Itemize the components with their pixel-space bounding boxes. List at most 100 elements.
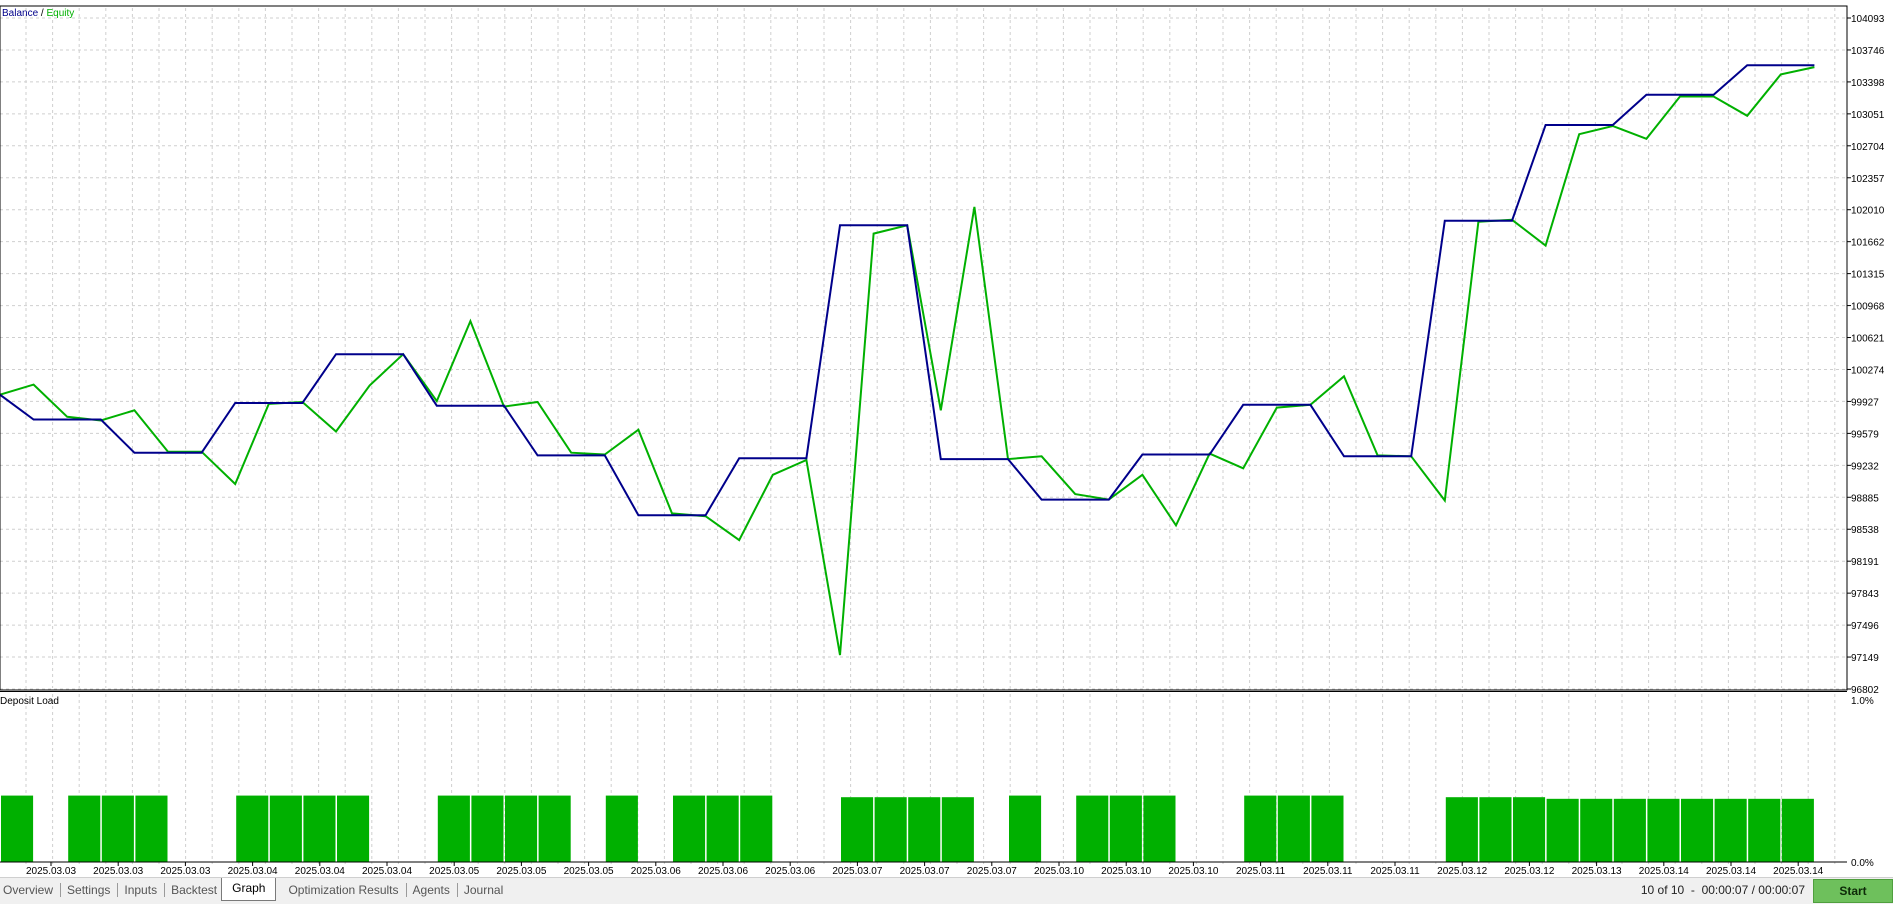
deposit-load-bar — [1076, 795, 1109, 862]
deposit-load-bar — [471, 795, 504, 862]
deposit-load-bar — [1714, 798, 1747, 862]
deposit-load-bar — [841, 797, 874, 862]
deposit-load-bar — [1479, 797, 1512, 862]
y-tick-label: 96802 — [1851, 685, 1879, 696]
x-tick-label: 2025.03.10 — [1168, 866, 1218, 877]
x-tick-label: 2025.03.11 — [1370, 866, 1420, 877]
deposit-load-bar — [1009, 795, 1042, 862]
deposit-y-tick-label: 1.0% — [1851, 696, 1874, 707]
y-tick-label: 98538 — [1851, 525, 1879, 536]
deposit-load-bars — [0, 795, 1847, 863]
x-tick-label: 2025.03.04 — [295, 866, 345, 877]
y-tick-label: 101662 — [1851, 238, 1885, 249]
x-tick-label: 2025.03.03 — [160, 866, 210, 877]
deposit-load-bar — [1109, 795, 1142, 862]
y-tick-label: 102010 — [1851, 206, 1885, 217]
tab-separator — [117, 883, 119, 897]
deposit-load-bar — [437, 795, 470, 862]
x-tick-label: 2025.03.07 — [832, 866, 882, 877]
x-tick-label: 2025.03.03 — [26, 866, 76, 877]
deposit-load-bar — [706, 795, 739, 862]
deposit-load-bar — [1546, 798, 1579, 862]
deposit-load-bar — [605, 795, 638, 862]
x-tick-label: 2025.03.04 — [362, 866, 412, 877]
deposit-load-title: Deposit Load — [0, 696, 59, 707]
y-tick-label: 104093 — [1851, 14, 1885, 25]
y-tick-label: 102357 — [1851, 174, 1885, 185]
legend-separator: / — [38, 8, 46, 19]
x-tick-label: 2025.03.05 — [429, 866, 479, 877]
x-tick-label: 2025.03.14 — [1706, 866, 1756, 877]
x-tick-label: 2025.03.11 — [1303, 866, 1353, 877]
deposit-load-bar — [135, 795, 168, 862]
deposit-load-bar — [236, 795, 269, 862]
deposit-load-bar — [1613, 798, 1646, 862]
deposit-load-bar — [68, 795, 101, 862]
x-tick-label: 2025.03.05 — [564, 866, 614, 877]
y-tick-label: 97149 — [1851, 653, 1879, 664]
x-tick-label: 2025.03.10 — [1034, 866, 1084, 877]
deposit-load-bar — [673, 795, 706, 862]
x-tick-label: 2025.03.13 — [1572, 866, 1622, 877]
tab-separator — [456, 883, 458, 897]
deposit-load-bar — [538, 795, 571, 862]
y-tick-label: 98885 — [1851, 493, 1879, 504]
tab-graph[interactable]: Graph — [221, 878, 277, 901]
x-tick-label: 2025.03.05 — [496, 866, 546, 877]
tab-journal[interactable]: Journal — [464, 880, 503, 900]
y-tick-label: 99232 — [1851, 461, 1879, 472]
deposit-load-bar — [874, 797, 907, 862]
start-button[interactable]: Start — [1813, 879, 1893, 903]
x-tick-label: 2025.03.12 — [1504, 866, 1554, 877]
y-tick-label: 99579 — [1851, 429, 1879, 440]
y-tick-label: 103051 — [1851, 110, 1885, 121]
x-tick-label: 2025.03.14 — [1639, 866, 1689, 877]
tab-optimization-results[interactable]: Optimization Results — [288, 880, 398, 900]
deposit-y-tick-label: 0.0% — [1851, 858, 1874, 869]
deposit-load-bar — [1311, 795, 1344, 862]
y-tick-label: 102704 — [1851, 142, 1885, 153]
deposit-load-bar — [101, 795, 134, 862]
x-tick-label: 2025.03.03 — [93, 866, 143, 877]
x-tick-label: 2025.03.10 — [1101, 866, 1151, 877]
x-tick-label: 2025.03.06 — [631, 866, 681, 877]
y-tick-label: 100968 — [1851, 302, 1885, 313]
y-tick-label: 100621 — [1851, 334, 1885, 345]
y-tick-label: 98191 — [1851, 557, 1879, 568]
y-tick-label: 100274 — [1851, 365, 1885, 376]
deposit-load-bar — [505, 795, 538, 862]
deposit-load-bar — [1580, 798, 1613, 862]
deposit-load-bar — [1748, 798, 1781, 862]
deposit-load-bar — [941, 797, 974, 862]
tab-overview[interactable]: Overview — [3, 880, 53, 900]
x-tick-label: 2025.03.07 — [967, 866, 1017, 877]
deposit-load-bar — [1244, 795, 1277, 862]
y-tick-label: 103398 — [1851, 78, 1885, 89]
tab-separator — [164, 883, 166, 897]
tab-backtest[interactable]: Backtest — [171, 880, 217, 900]
tab-inputs[interactable]: Inputs — [124, 880, 157, 900]
deposit-load-bar — [1143, 795, 1176, 862]
deposit-load-bar — [337, 795, 370, 862]
deposit-load-bar — [740, 795, 773, 862]
deposit-load-bar — [908, 797, 941, 862]
legend-balance: Balance — [2, 8, 39, 19]
tab-settings[interactable]: Settings — [67, 880, 110, 900]
deposit-load-bar — [269, 795, 302, 862]
deposit-load-bar — [1681, 798, 1714, 862]
deposit-load-bar — [1781, 798, 1814, 862]
deposit-load-bar — [1, 795, 34, 862]
tab-separator — [405, 883, 407, 897]
x-tick-label: 2025.03.06 — [765, 866, 815, 877]
balance-equity-chart: 104093 103746 103398 103051 102704 102357 1020… — [0, 0, 1893, 877]
tab-separator — [60, 883, 62, 897]
y-tick-label: 97496 — [1851, 621, 1879, 632]
x-tick-label: 2025.03.06 — [698, 866, 748, 877]
y-tick-label: 101315 — [1851, 270, 1885, 281]
chart-legend: Balance / Equity — [2, 8, 74, 19]
x-tick-label: 2025.03.11 — [1236, 866, 1286, 877]
tab-agents[interactable]: Agents — [413, 880, 450, 900]
test-status-text: 10 of 10 - 00:00:07 / 00:00:07 — [1640, 883, 1805, 897]
tester-tab-bar: Overview Settings Inputs Backtest Graph Optim… — [0, 877, 1893, 904]
y-tick-label: 103746 — [1851, 46, 1885, 57]
